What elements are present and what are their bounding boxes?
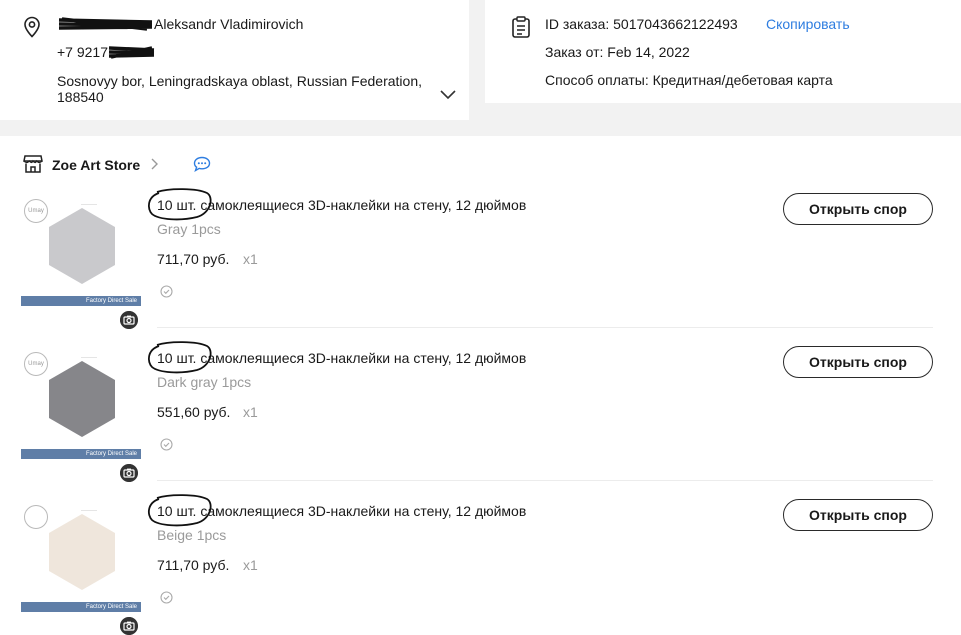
product-title[interactable]: 10 шт. самоклеящиеся 3D-наклейки на стен… xyxy=(147,341,527,374)
product-count: x1 xyxy=(243,251,258,267)
thumb-brand-text: Factory Direct Sale xyxy=(85,298,137,304)
product-variant: Gray 1pcs xyxy=(157,221,221,237)
product-thumbnail[interactable]: Umay ———— Factory Direct Sale xyxy=(21,189,141,306)
brand-badge xyxy=(24,505,48,529)
product-count: x1 xyxy=(243,557,258,573)
open-dispute-button[interactable]: Открыть спор xyxy=(783,499,933,531)
copy-order-id-link[interactable]: Скопировать xyxy=(766,15,850,33)
location-pin-icon xyxy=(24,16,40,38)
order-item: ———— Factory Direct Sale 10 шт. самоклея… xyxy=(0,487,961,635)
item-divider xyxy=(157,327,933,328)
thumb-brand-text: Factory Direct Sale xyxy=(85,451,137,457)
product-title[interactable]: 10 шт. самоклеящиеся 3D-наклейки на стен… xyxy=(147,188,527,221)
redacted-phone xyxy=(108,45,156,59)
open-dispute-button[interactable]: Открыть спор xyxy=(783,193,933,225)
camera-icon[interactable] xyxy=(120,311,138,329)
product-variant: Beige 1pcs xyxy=(157,527,227,543)
order-id: ID заказа: 5017043662122493 xyxy=(545,16,738,32)
product-price: 711,70 руб. xyxy=(157,251,230,267)
product-price: 711,70 руб. xyxy=(157,557,230,573)
product-title[interactable]: 10 шт. самоклеящиеся 3D-наклейки на стен… xyxy=(147,494,527,527)
product-thumbnail[interactable]: ———— Factory Direct Sale xyxy=(21,495,141,612)
hexagon-tile-image xyxy=(49,208,115,284)
hand-drawn-circle xyxy=(147,188,212,221)
chevron-right-icon[interactable] xyxy=(151,158,159,170)
order-item: Umay ———— Factory Direct Sale 10 шт. сам… xyxy=(0,181,961,334)
item-divider xyxy=(157,480,933,481)
camera-icon[interactable] xyxy=(120,464,138,482)
shield-check-icon xyxy=(160,438,173,451)
shield-check-icon xyxy=(160,591,173,604)
hexagon-tile-image xyxy=(49,361,115,437)
chevron-down-icon[interactable] xyxy=(440,90,456,100)
recipient-name-line: Aleksandr Vladimirovich xyxy=(57,15,303,33)
product-price: 551,60 руб. xyxy=(157,404,231,420)
order-date: Заказ от: Feb 14, 2022 xyxy=(545,44,690,60)
shield-check-icon xyxy=(160,285,173,298)
quantity-highlight: 10 шт. xyxy=(147,341,212,374)
store-icon[interactable] xyxy=(23,155,43,173)
store-name-link[interactable]: Zoe Art Store xyxy=(52,156,140,174)
product-count: x1 xyxy=(243,404,258,420)
hex-fill xyxy=(49,361,115,437)
product-title-text: самоклеящиеся 3D-наклейки на стену, 12 д… xyxy=(196,503,527,519)
thumb-brand-text: Factory Direct Sale xyxy=(85,604,137,610)
hand-drawn-circle xyxy=(147,341,212,374)
clipboard-icon xyxy=(512,16,530,38)
hand-drawn-circle xyxy=(147,494,212,527)
hex-fill xyxy=(49,514,115,590)
quantity-highlight: 10 шт. xyxy=(147,188,212,221)
hex-fill xyxy=(49,208,115,284)
address-line-1: Sosnovyy bor, Leningradskaya oblast, Rus… xyxy=(57,73,422,89)
recipient-phone: +7 9217 xyxy=(57,44,108,60)
chat-icon[interactable] xyxy=(193,156,211,172)
recipient-name: Aleksandr Vladimirovich xyxy=(154,16,304,32)
product-thumbnail[interactable]: Umay ———— Factory Direct Sale xyxy=(21,342,141,459)
shipping-address-card: Aleksandr Vladimirovich +7 9217 Sosnovyy… xyxy=(0,0,469,120)
product-title-text: самоклеящиеся 3D-наклейки на стену, 12 д… xyxy=(196,350,527,366)
brand-badge: Umay xyxy=(24,199,48,223)
open-dispute-button[interactable]: Открыть спор xyxy=(783,346,933,378)
redacted-surname xyxy=(57,17,154,31)
payment-method: Способ оплаты: Кредитная/дебетовая карта xyxy=(545,72,833,88)
product-title-text: самоклеящиеся 3D-наклейки на стену, 12 д… xyxy=(196,197,527,213)
order-info-card: ID заказа: 5017043662122493 Скопировать … xyxy=(485,0,961,103)
camera-icon[interactable] xyxy=(120,617,138,635)
hexagon-tile-image xyxy=(49,514,115,590)
brand-badge: Umay xyxy=(24,352,48,376)
store-order-card: Zoe Art Store Umay ———— Factory Direct S… xyxy=(0,136,961,635)
product-variant: Dark gray 1pcs xyxy=(157,374,252,390)
order-item: Umay ———— Factory Direct Sale 10 шт. сам… xyxy=(0,334,961,487)
address-line-2: 188540 xyxy=(57,89,104,105)
quantity-highlight: 10 шт. xyxy=(147,494,212,527)
phone-line: +7 9217 xyxy=(57,43,156,61)
